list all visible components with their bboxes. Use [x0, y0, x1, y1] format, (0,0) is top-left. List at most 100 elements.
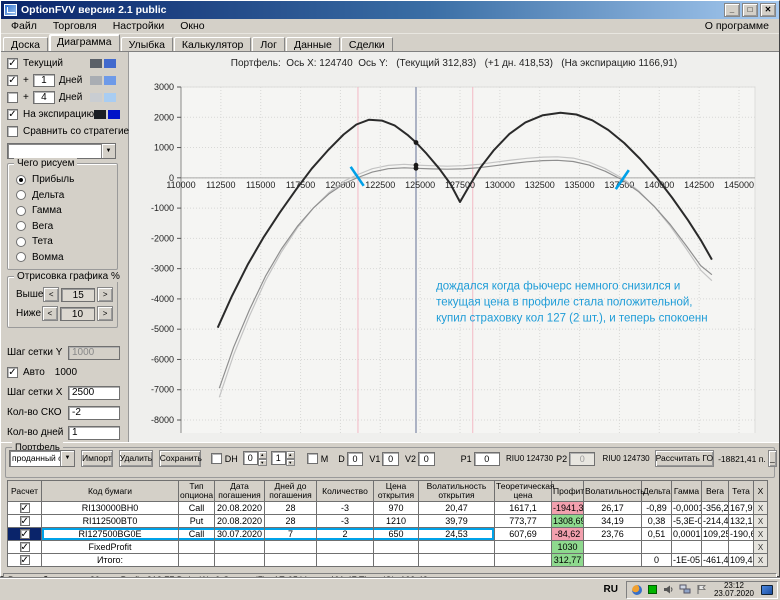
radio-icon[interactable] — [16, 252, 26, 262]
menu-item[interactable]: Окно — [172, 19, 212, 33]
tab[interactable]: Сделки — [341, 37, 393, 51]
table-cell: 0,38 — [642, 515, 672, 528]
resize-handle-button[interactable]: _ — [768, 450, 777, 467]
chart-tray-icon[interactable] — [647, 584, 659, 596]
delete-position-button[interactable]: X — [754, 502, 768, 515]
margin-value: -18821,41 п. — [718, 454, 766, 464]
radio-option[interactable]: Вомма — [16, 250, 113, 266]
radio-option[interactable]: Дельта — [16, 188, 113, 204]
radio-icon[interactable] — [16, 237, 26, 247]
plus1-checkbox[interactable] — [7, 75, 18, 86]
desktop-icon[interactable] — [761, 584, 773, 596]
delete-position-button[interactable]: X — [754, 515, 768, 528]
strategy-combobox[interactable]: ▼ — [7, 143, 116, 159]
expiration-color-swatches[interactable] — [94, 110, 120, 119]
menu-about[interactable]: О программе — [697, 19, 777, 33]
sko-input[interactable]: -2 — [68, 406, 120, 420]
svg-text:3000: 3000 — [154, 82, 174, 92]
network-icon[interactable] — [679, 584, 691, 596]
menu-item[interactable]: Торговля — [45, 19, 105, 33]
app-tray-icon[interactable] — [631, 584, 643, 596]
svg-text:-7000: -7000 — [151, 385, 174, 395]
delete-button[interactable]: Удалить — [119, 450, 153, 467]
compare-row: Сравнить со стратегией — [7, 123, 124, 140]
dh-checkbox[interactable] — [211, 453, 222, 464]
plus4-checkbox[interactable] — [7, 92, 18, 103]
system-tray: 23:12 23.07.2020 — [626, 581, 778, 599]
plus4-days-input[interactable]: 4 — [33, 91, 55, 104]
current-color-swatches[interactable] — [90, 59, 116, 68]
maximize-button[interactable]: □ — [742, 3, 758, 17]
m-checkbox[interactable] — [307, 453, 318, 464]
close-button[interactable]: ✕ — [760, 3, 776, 17]
app-window: OptionFVV версия 2.1 public _ □ ✕ ФайлТо… — [0, 0, 780, 577]
table-cell: 2 — [317, 528, 374, 541]
radio-icon[interactable] — [16, 190, 26, 200]
current-checkbox[interactable] — [7, 58, 18, 69]
dh-spinner-1[interactable]: 0 ▲▼ — [243, 451, 267, 466]
below-increase-button[interactable]: > — [97, 306, 113, 321]
chevron-down-icon[interactable]: ▼ — [101, 144, 115, 158]
volume-icon[interactable] — [663, 584, 675, 596]
radio-icon[interactable] — [16, 175, 26, 185]
row-calc-checkbox[interactable] — [20, 555, 30, 565]
dh-spinner-2[interactable]: 1 ▲▼ — [271, 451, 295, 466]
delete-position-button[interactable]: X — [754, 554, 768, 567]
table-cell — [374, 541, 419, 554]
radio-option[interactable]: Прибыль — [16, 172, 113, 188]
radio-option[interactable]: Гамма — [16, 203, 113, 219]
chevron-down-icon[interactable]: ▼ — [60, 451, 74, 466]
menu-item[interactable]: Настройки — [105, 19, 173, 33]
compare-checkbox[interactable] — [7, 126, 18, 137]
window-title: OptionFVV версия 2.1 public — [21, 4, 722, 16]
v2-input[interactable]: 0 — [418, 452, 435, 466]
plus4-color-swatches[interactable] — [90, 93, 116, 102]
plus1-color-swatches[interactable] — [90, 76, 116, 85]
row-calc-checkbox[interactable] — [20, 529, 30, 539]
table-row[interactable]: FixedProfit1030X — [8, 541, 768, 554]
row-calc-checkbox[interactable] — [20, 503, 30, 513]
table-cell: 970 — [374, 502, 419, 515]
below-decrease-button[interactable]: < — [42, 306, 58, 321]
radio-icon[interactable] — [16, 221, 26, 231]
language-indicator[interactable]: RU — [596, 584, 626, 595]
spin-down-icon: ▼ — [286, 459, 295, 467]
row-calc-checkbox[interactable] — [20, 542, 30, 552]
v1-input[interactable]: 0 — [382, 452, 399, 466]
p1-input[interactable]: 0 — [474, 452, 500, 466]
above-increase-button[interactable]: > — [97, 287, 113, 302]
portfolio-strategy-combobox[interactable]: проданный ст ▼ — [9, 450, 75, 467]
tab[interactable]: Лог — [252, 37, 285, 51]
above-decrease-button[interactable]: < — [43, 287, 59, 302]
table-row[interactable]: Итого:312,770-1E-05-461,47109,43X — [8, 554, 768, 567]
svg-text:120000: 120000 — [325, 180, 355, 190]
delete-position-button[interactable]: X — [754, 528, 768, 541]
delete-position-button[interactable]: X — [754, 541, 768, 554]
auto-checkbox[interactable] — [7, 367, 18, 378]
table-row[interactable]: RI130000BH0Call20.08.202028-397020,47161… — [8, 502, 768, 515]
radio-icon[interactable] — [16, 206, 26, 216]
menu-item[interactable]: Файл — [3, 19, 45, 33]
save-button[interactable]: Сохранить — [159, 450, 201, 467]
tab[interactable]: Калькулятор — [174, 37, 251, 51]
days-count-input[interactable]: 1 — [68, 426, 120, 440]
grid-x-input[interactable]: 2500 — [68, 386, 120, 400]
import-button[interactable]: Импорт — [81, 450, 113, 467]
tab[interactable]: Диаграмма — [49, 34, 120, 51]
minimize-button[interactable]: _ — [724, 3, 740, 17]
radio-option[interactable]: Тета — [16, 234, 113, 250]
tab[interactable]: Доска — [3, 37, 48, 51]
row-calc-checkbox[interactable] — [20, 516, 30, 526]
flag-icon[interactable] — [695, 584, 707, 596]
d-input[interactable]: 0 — [347, 452, 364, 466]
table-row[interactable]: RI127500BG0ECall30.07.20207265024,53607,… — [8, 528, 768, 541]
plus1-days-input[interactable]: 1 — [33, 74, 55, 87]
table-row[interactable]: RI112500BT0Put20.08.202028-3121039,79773… — [8, 515, 768, 528]
tray-clock[interactable]: 23:12 23.07.2020 — [711, 582, 757, 598]
calc-margin-button[interactable]: Рассчитать ГО — [655, 450, 714, 467]
table-cell — [374, 554, 419, 567]
tab[interactable]: Улыбка — [121, 37, 173, 51]
tab[interactable]: Данные — [286, 37, 340, 51]
expiration-checkbox[interactable] — [7, 109, 18, 120]
radio-option[interactable]: Вега — [16, 219, 113, 235]
